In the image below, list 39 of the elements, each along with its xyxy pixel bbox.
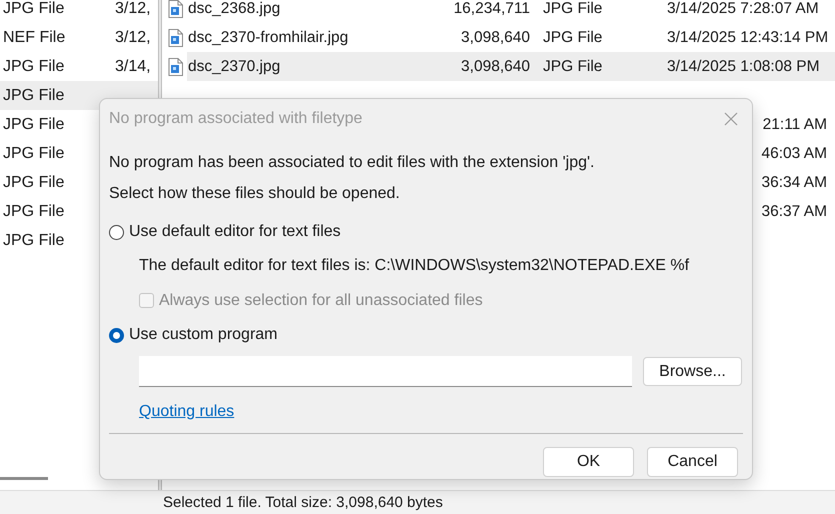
file-name: dsc_2368.jpg: [187, 0, 282, 19]
editor-path-text: The default editor for text files is: C:\WINDOWS\system32\NOTEPAD.EXE %f: [138, 256, 690, 276]
size-cell-text: 3,098,640: [460, 56, 530, 77]
file-row[interactable]: dsc_2368.jpg 16,234,711 JPG File 3/14/2025 7:28:07 AM: [162, 0, 835, 23]
date-cell-text: 3/12,: [115, 0, 151, 18]
date-cell-text: 3/12,: [115, 28, 151, 48]
prompt-text: Select how these files should be opened.: [109, 184, 401, 204]
image-file-icon: [168, 58, 183, 76]
size-cell-text: 16,234,711: [452, 0, 530, 19]
radio-option[interactable]: Use default editor for text files: [109, 215, 743, 249]
image-file-icon: [168, 28, 183, 46]
dialog-button[interactable]: Cancel: [647, 447, 738, 477]
type-cell-text: NEF File: [2, 28, 66, 48]
file-name: dsc_2370-fromhilair.jpg: [187, 28, 350, 48]
date-cell-text: 3/14/2025 7:28:07 AM: [667, 0, 819, 19]
radio-option[interactable]: Use custom program: [109, 318, 743, 352]
date-cell-text: 3/14,: [115, 56, 151, 76]
close-icon[interactable]: [724, 112, 738, 126]
date-cell-text: 3/14/2025 1:08:08 PM: [667, 56, 820, 77]
type-cell-text: JPG File: [2, 202, 66, 222]
browse-button[interactable]: Browse...: [643, 357, 742, 386]
date-cell-text: 3/14/2025 12:43:14 PM: [667, 28, 828, 48]
dialog-button[interactable]: OK: [543, 447, 634, 477]
file-row[interactable]: dsc_2370-fromhilair.jpg 3,098,640 JPG File 3/14/2025 12:43:14 PM: [162, 23, 835, 52]
list-row[interactable]: JPG File 3/12,: [0, 0, 158, 23]
program-field[interactable]: [139, 356, 632, 387]
type-cell-text: JPG File: [2, 86, 66, 106]
list-row[interactable]: JPG File 3/14,: [0, 52, 158, 81]
status-text: Selected 1 file. Total size: 3,098,640 bytes: [163, 494, 444, 512]
file-name: dsc_2370.jpg: [187, 56, 282, 77]
size-cell-text: 3,098,640: [460, 28, 530, 48]
quoting-rules-link[interactable]: Quoting rules: [139, 400, 234, 424]
date-cell-text: 36:37 AM: [762, 202, 827, 222]
message-text: No program has been associated to edit files with the extension 'jpg'.: [109, 153, 596, 173]
dialog-title: No program associated with filetype: [109, 108, 362, 128]
scrollbar-thumb[interactable]: [0, 477, 48, 480]
type-cell-text: JPG File: [2, 56, 66, 76]
list-row[interactable]: NEF File 3/12,: [0, 23, 158, 52]
type-cell-text: JPG File: [2, 0, 66, 18]
